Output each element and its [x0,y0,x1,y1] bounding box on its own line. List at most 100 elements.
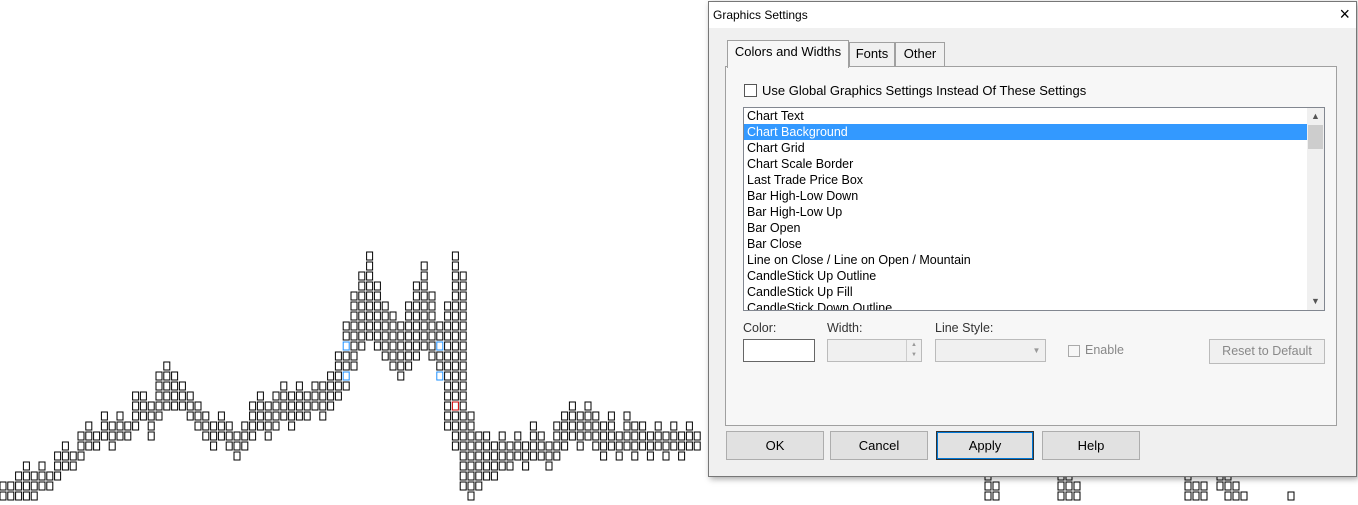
pf-box [483,471,491,481]
pf-box [631,431,639,441]
scroll-up-icon[interactable]: ▲ [1307,108,1324,125]
pf-box [451,391,459,401]
pf-box [467,481,475,491]
pf-box [646,451,654,461]
pf-box [459,271,467,281]
pf-box [490,471,498,481]
pf-box [22,471,30,481]
pf-box [451,411,459,421]
tab-fonts[interactable]: Fonts [849,42,895,67]
pf-box [412,291,420,301]
pf-box [30,491,38,501]
pf-box [381,351,389,361]
enable-checkbox[interactable] [1068,345,1080,357]
use-global-checkbox[interactable] [744,84,757,97]
pf-box [77,451,85,461]
pf-box [506,461,514,471]
pf-box [186,411,194,421]
pf-box [373,321,381,331]
width-spinner[interactable]: ▲ ▼ [827,339,922,362]
list-item[interactable]: Chart Text [744,108,1307,124]
pf-box [256,411,264,421]
tab-colors-and-widths[interactable]: Colors and Widths [727,40,849,68]
pf-box [451,291,459,301]
pf-box [1192,491,1200,501]
list-item[interactable]: CandleStick Up Outline [744,268,1307,284]
pf-box [444,331,452,341]
pf-box [381,311,389,321]
help-button[interactable]: Help [1042,431,1140,460]
cancel-button[interactable]: Cancel [830,431,928,460]
list-item[interactable]: Last Trade Price Box [744,172,1307,188]
pf-box [366,331,374,341]
pf-box [1232,491,1240,501]
pf-box [436,361,444,371]
pf-box [342,331,350,341]
pf-box [459,471,467,481]
list-item[interactable]: Chart Scale Border [744,156,1307,172]
pf-box [225,441,233,451]
pf-box [405,341,413,351]
pf-box [459,451,467,461]
pf-box [412,321,420,331]
pf-box [1200,481,1208,491]
pf-box [139,411,147,421]
color-swatch-button[interactable] [743,339,815,362]
spinner-arrows-icon[interactable]: ▲ ▼ [906,340,921,361]
list-item[interactable]: CandleStick Up Fill [744,284,1307,300]
pf-box [22,491,30,501]
pf-box [30,471,38,481]
pf-box [124,421,132,431]
pf-box [459,431,467,441]
list-item[interactable]: CandleStick Down Outline [744,300,1307,310]
pf-box [280,381,288,391]
list-item[interactable]: Bar Open [744,220,1307,236]
list-item[interactable]: Bar High-Low Down [744,188,1307,204]
pf-box [15,481,23,491]
pf-box [584,421,592,431]
list-item[interactable]: Line on Close / Line on Open / Mountain [744,252,1307,268]
pf-box [241,431,249,441]
pf-box [444,351,452,361]
pf-box [280,391,288,401]
pf-box [506,441,514,451]
scroll-thumb[interactable] [1308,125,1323,149]
apply-button[interactable]: Apply [936,431,1034,460]
pf-box [381,301,389,311]
list-scrollbar[interactable]: ▲ ▼ [1307,108,1324,310]
pf-box [366,301,374,311]
pf-box [475,451,483,461]
scroll-down-icon[interactable]: ▼ [1307,293,1324,310]
pf-box [576,411,584,421]
pf-box [256,421,264,431]
pf-box [444,301,452,311]
pf-box [272,421,280,431]
pf-box [420,261,428,271]
pf-box [568,411,576,421]
list-item[interactable]: Bar High-Low Up [744,204,1307,220]
pf-box [163,401,171,411]
pf-box [389,341,397,351]
reset-to-default-button[interactable]: Reset to Default [1209,339,1325,364]
pf-box [381,341,389,351]
close-icon[interactable]: × [1339,4,1350,24]
dialog-title: Graphics Settings [713,8,808,22]
list-item[interactable]: Chart Grid [744,140,1307,156]
ok-button[interactable]: OK [726,431,824,460]
pf-box [342,341,350,351]
element-listbox[interactable]: Chart Text Chart Background Chart Grid Char… [743,107,1325,311]
pf-box [93,441,101,451]
pf-box [295,401,303,411]
tab-other[interactable]: Other [895,42,945,67]
pf-box [171,401,179,411]
pf-box [1224,481,1232,491]
line-style-dropdown[interactable]: ▼ [935,339,1046,362]
list-item[interactable]: Bar Close [744,236,1307,252]
pf-box [22,461,30,471]
list-item[interactable]: Chart Background [744,124,1307,140]
pf-box [444,401,452,411]
pf-box [147,411,155,421]
pf-box [584,411,592,421]
pf-box [553,451,561,461]
pf-box [303,401,311,411]
